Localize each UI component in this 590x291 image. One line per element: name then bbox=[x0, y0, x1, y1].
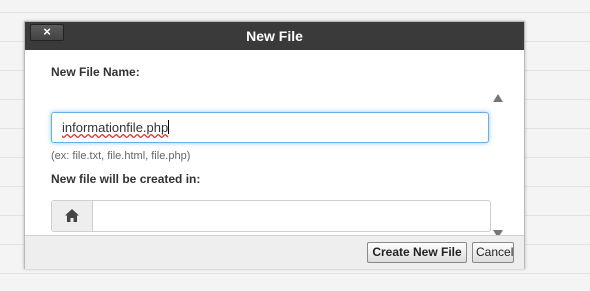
cancel-button[interactable]: Cancel bbox=[472, 242, 514, 263]
text-caret bbox=[168, 120, 170, 134]
file-name-hint: (ex: file.txt, file.html, file.php) bbox=[51, 150, 191, 162]
file-name-value: informationfile.php bbox=[62, 120, 169, 135]
background-row bbox=[0, 12, 590, 13]
dialog-titlebar[interactable]: New File × bbox=[25, 22, 524, 50]
scroll-up-arrow-icon[interactable] bbox=[493, 94, 503, 102]
dialog-footer: Create New File Cancel bbox=[25, 235, 524, 269]
dialog-title: New File bbox=[246, 28, 303, 44]
location-label: New file will be created in: bbox=[51, 172, 201, 186]
location-input[interactable] bbox=[93, 201, 490, 231]
new-file-dialog: New File × New File Name: informationfil… bbox=[24, 21, 525, 269]
location-addon bbox=[52, 201, 93, 231]
close-button[interactable]: × bbox=[30, 24, 64, 41]
file-name-label: New File Name: bbox=[51, 65, 140, 79]
background-row bbox=[0, 273, 590, 274]
create-new-file-button[interactable]: Create New File bbox=[367, 242, 467, 263]
dialog-body: New File Name: informationfile.php (ex: … bbox=[25, 50, 524, 238]
file-name-input[interactable]: informationfile.php bbox=[51, 112, 489, 143]
location-field-group bbox=[51, 200, 491, 232]
home-icon bbox=[65, 209, 79, 222]
